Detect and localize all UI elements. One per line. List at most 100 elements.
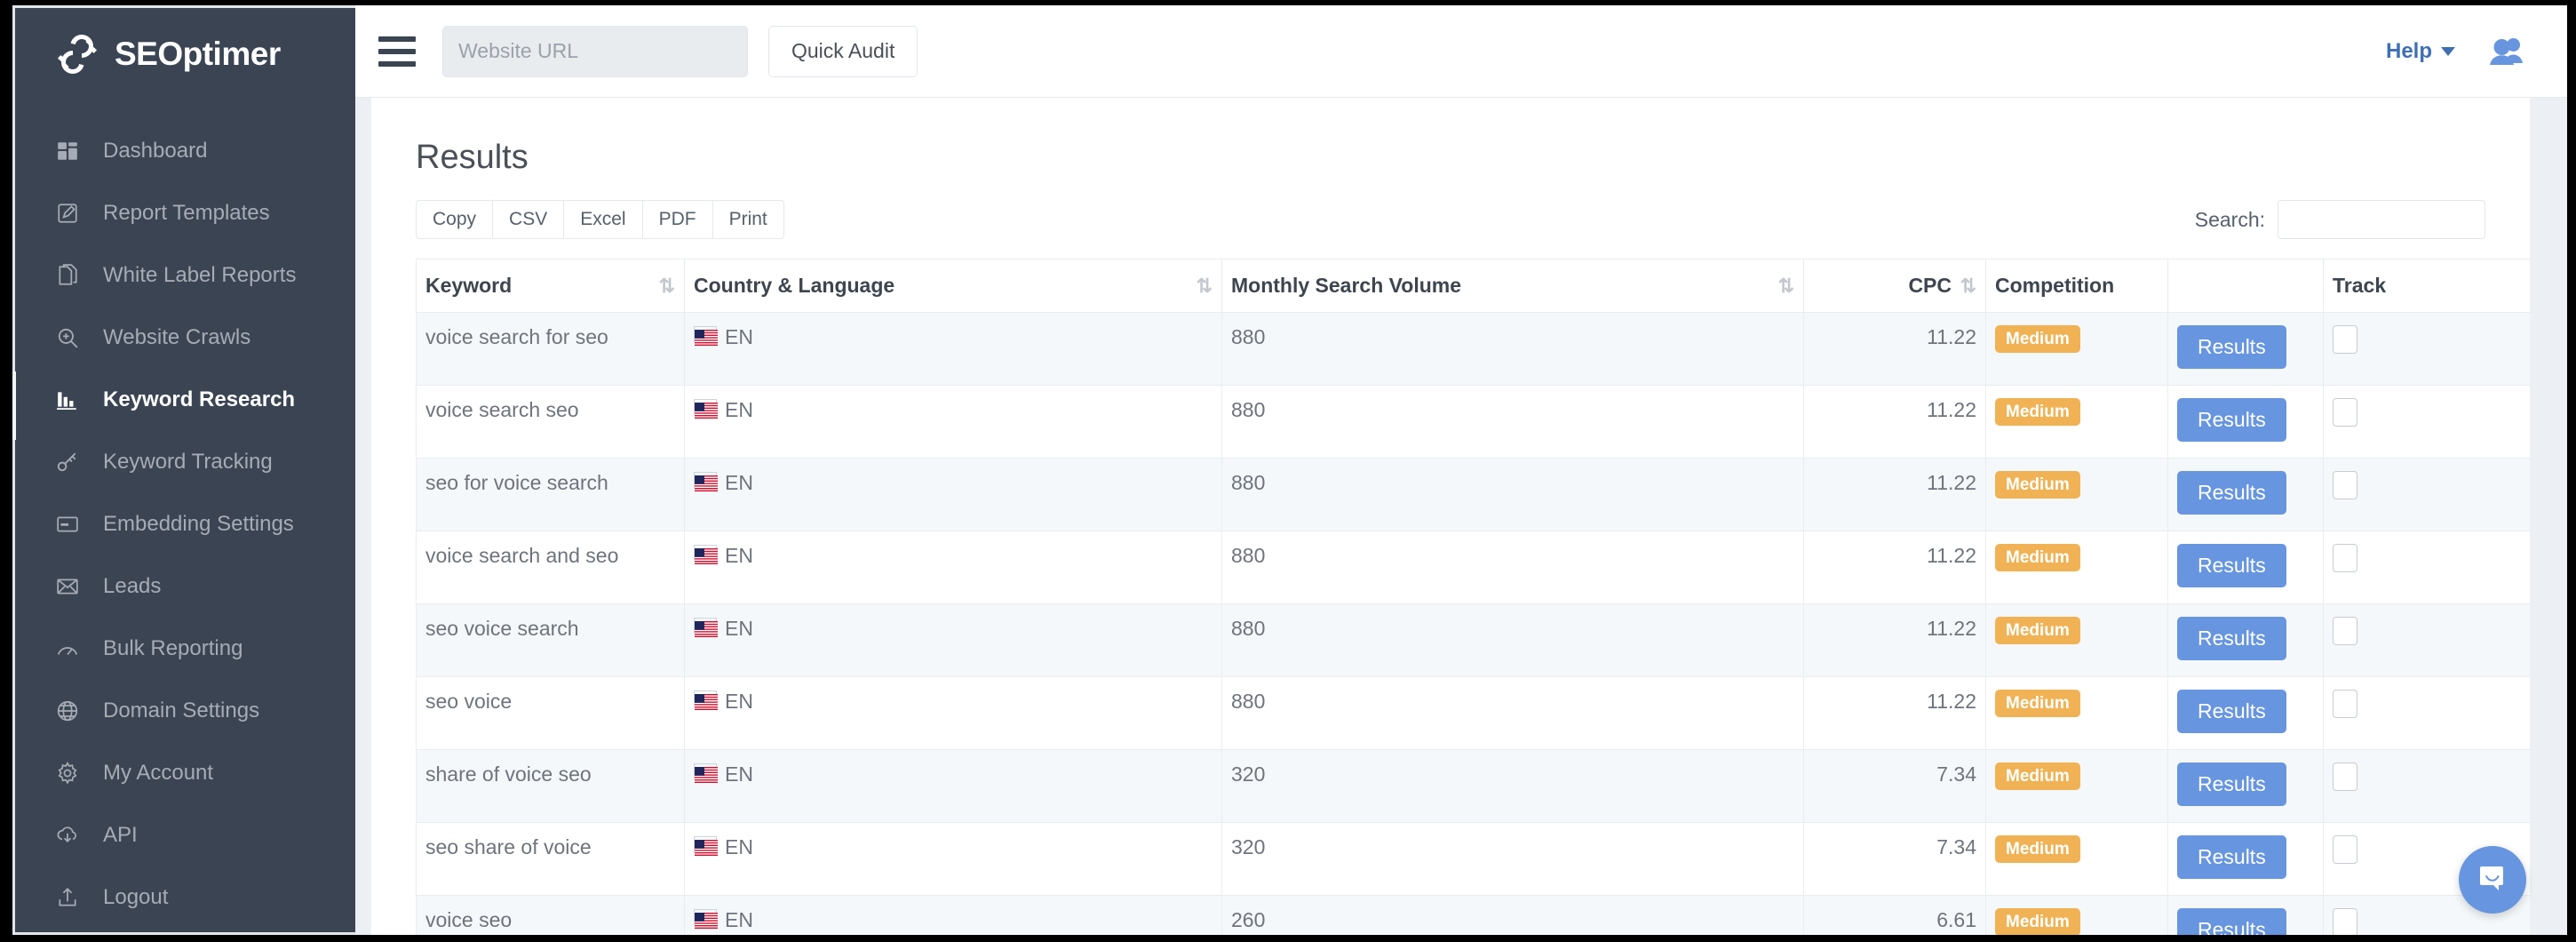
cell-monthly-search-volume: 880 [1222,459,1804,531]
cell-actions: Results [2168,459,2324,531]
sidebar-item-logout[interactable]: Logout [15,866,355,929]
cell-keyword: seo share of voice [417,823,685,896]
print-button[interactable]: Print [712,200,784,239]
main-area: Quick Audit Help Results [355,5,2567,935]
us-flag-icon [694,836,717,852]
cell-cpc: 11.22 [1804,386,1986,459]
track-checkbox[interactable] [2333,762,2357,791]
track-checkbox[interactable] [2333,835,2357,864]
competition-badge: Medium [1995,471,2080,499]
row-results-button[interactable]: Results [2177,471,2286,515]
cell-actions: Results [2168,531,2324,604]
column-header-monthly-search-volume[interactable]: Monthly Search Volume ⇅ [1222,259,1804,313]
column-label: Monthly Search Volume [1231,274,1461,297]
track-checkbox[interactable] [2333,471,2357,499]
pdf-button[interactable]: PDF [642,200,712,239]
cell-cpc: 11.22 [1804,677,1986,750]
cell-keyword: voice search for seo [417,313,685,386]
cloud-download-icon [54,822,81,849]
sidebar-item-keyword-tracking[interactable]: Keyword Tracking [15,431,355,493]
website-url-input[interactable] [442,26,748,77]
sidebar-item-dashboard[interactable]: Dashboard [15,120,355,182]
users-icon[interactable] [2487,36,2526,68]
track-checkbox[interactable] [2333,690,2357,718]
sort-updown-icon: ⇅ [1197,276,1212,296]
cell-competition: Medium [1986,750,2168,823]
cell-monthly-search-volume: 260 [1222,896,1804,936]
sidebar-item-keyword-research[interactable]: Keyword Research [15,369,355,431]
row-results-button[interactable]: Results [2177,690,2286,733]
cell-cpc: 11.22 [1804,531,1986,604]
cell-country-language: EN [685,604,1222,677]
copy-button[interactable]: Copy [416,200,492,239]
sort-updown-icon: ⇅ [659,276,675,296]
track-checkbox[interactable] [2333,908,2357,935]
cell-cpc: 6.61 [1804,896,1986,936]
bar-chart-icon [54,387,81,413]
column-header-competition[interactable]: Competition [1986,259,2168,313]
sidebar-item-white-label-reports[interactable]: White Label Reports [15,244,355,307]
key-icon [54,449,81,475]
sidebar-item-label: Embedding Settings [103,512,294,537]
column-header-cpc[interactable]: CPC ⇅ [1804,259,1986,313]
us-flag-icon [694,618,717,634]
track-checkbox[interactable] [2333,617,2357,645]
track-checkbox[interactable] [2333,398,2357,427]
topbar-right: Help [2386,36,2526,68]
row-results-button[interactable]: Results [2177,908,2286,935]
sidebar-item-website-crawls[interactable]: Website Crawls [15,307,355,369]
brand-logo-block[interactable]: SEOptimer [15,8,355,100]
export-button-group: Copy CSV Excel PDF Print [416,200,784,239]
row-results-button[interactable]: Results [2177,544,2286,587]
cell-track [2324,313,2531,386]
page-title: Results [416,139,2485,177]
cell-keyword: voice search seo [417,386,685,459]
sidebar-item-label: Website Crawls [103,325,250,350]
cell-track [2324,677,2531,750]
competition-badge: Medium [1995,325,2080,353]
search-input[interactable] [2278,200,2485,239]
column-header-country-language[interactable]: Country & Language ⇅ [685,259,1222,313]
column-label: Track [2333,274,2386,297]
sidebar-item-label: Logout [103,885,168,910]
column-header-track[interactable]: Track ⇅ [2324,259,2531,313]
quick-audit-button[interactable]: Quick Audit [768,26,918,77]
track-checkbox[interactable] [2333,544,2357,572]
search-label: Search: [2195,208,2265,232]
csv-button[interactable]: CSV [492,200,563,239]
help-menu[interactable]: Help [2386,39,2455,64]
excel-button[interactable]: Excel [563,200,641,239]
cell-track [2324,386,2531,459]
cell-competition: Medium [1986,531,2168,604]
sidebar-item-bulk-reporting[interactable]: Bulk Reporting [15,618,355,680]
language-code: EN [725,762,753,786]
row-results-button[interactable]: Results [2177,762,2286,806]
row-results-button[interactable]: Results [2177,398,2286,442]
column-header-keyword[interactable]: Keyword ⇅ [417,259,685,313]
gear-icon [54,760,81,786]
sidebar-item-report-templates[interactable]: Report Templates [15,182,355,244]
row-results-button[interactable]: Results [2177,617,2286,660]
intercom-launcher-button[interactable] [2459,846,2526,914]
cell-track [2324,459,2531,531]
language-code: EN [725,471,753,494]
sidebar-item-embedding-settings[interactable]: Embedding Settings [15,493,355,555]
table-body: voice search for seoEN88011.22MediumResu… [417,313,2531,936]
search-box: Search: [2195,200,2485,239]
sidebar-item-label: Bulk Reporting [103,636,242,661]
sidebar-item-leads[interactable]: Leads [15,555,355,618]
track-checkbox[interactable] [2333,325,2357,354]
table-row: voice search seoEN88011.22MediumResults [417,386,2531,459]
sidebar-item-api[interactable]: API [15,804,355,866]
row-results-button[interactable]: Results [2177,325,2286,369]
us-flag-icon [694,472,717,488]
competition-badge: Medium [1995,762,2080,790]
cell-cpc: 11.22 [1804,459,1986,531]
row-results-button[interactable]: Results [2177,835,2286,879]
help-label: Help [2386,39,2432,64]
sidebar-item-domain-settings[interactable]: Domain Settings [15,680,355,742]
sidebar-item-my-account[interactable]: My Account [15,742,355,804]
cell-country-language: EN [685,823,1222,896]
chat-bubble-icon [2475,860,2510,900]
hamburger-icon[interactable] [378,36,416,67]
